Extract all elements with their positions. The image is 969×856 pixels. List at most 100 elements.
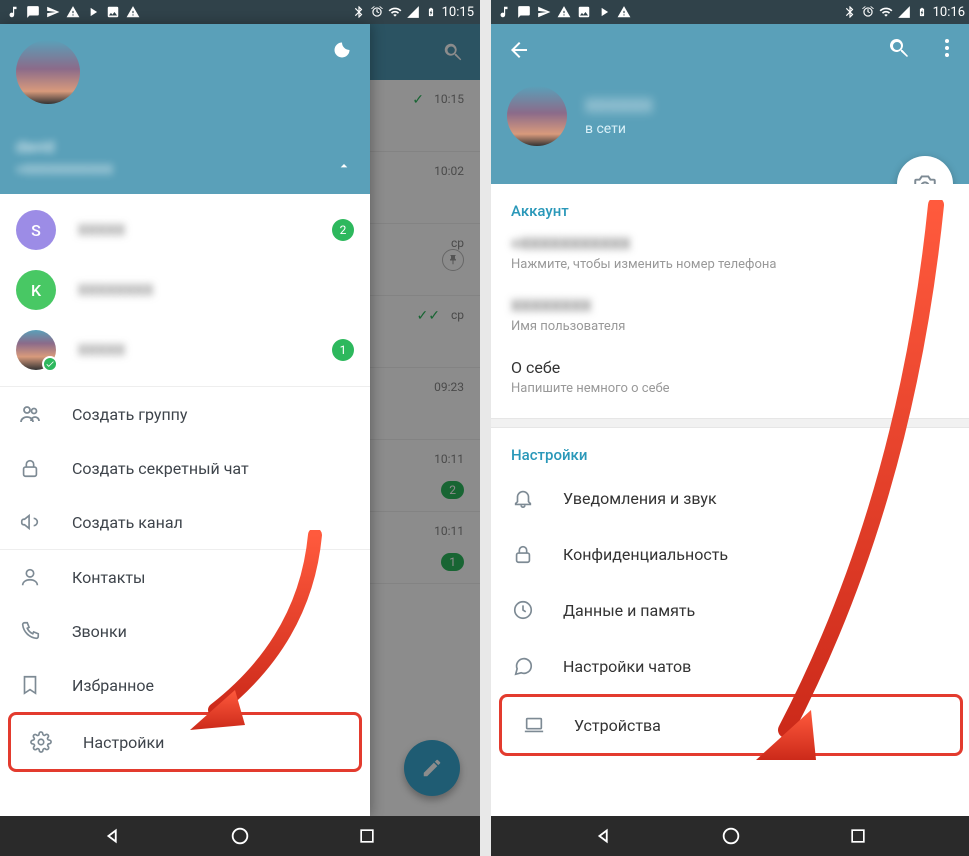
call-icon xyxy=(18,619,42,643)
settings-header: XXXXXX в сети xyxy=(491,24,969,184)
menu-contacts[interactable]: Контакты xyxy=(0,550,370,604)
setting-devices[interactable]: Устройства xyxy=(502,697,960,753)
nav-back[interactable] xyxy=(590,822,618,850)
bluetooth-icon xyxy=(843,5,857,19)
telegram-icon xyxy=(46,5,60,19)
wifi-icon xyxy=(879,5,893,19)
image-icon xyxy=(106,5,120,19)
megaphone-icon xyxy=(18,510,42,534)
settings-body: Аккаунт +XXXXXXXXXXX Нажмите, чтобы изме… xyxy=(491,184,969,816)
menu-create-channel[interactable]: Создать канал xyxy=(0,495,370,549)
bookmark-icon xyxy=(18,673,42,697)
accounts-list: S XXXXX 2 K XXXXXXXX XXXXX 1 xyxy=(0,194,370,387)
phone-left: 10:15 10:15✓ 10:02 срause it ontent. ср✓… xyxy=(0,0,480,856)
music-icon xyxy=(6,5,20,19)
nav-recent[interactable] xyxy=(353,822,381,850)
image-icon xyxy=(577,5,591,19)
menu-label: Звонки xyxy=(72,622,127,641)
field-username[interactable]: XXXXXXXX Имя пользователя xyxy=(511,284,951,346)
battery-icon xyxy=(424,5,438,19)
bell-icon xyxy=(511,486,535,510)
status-right-icons: 10:16 xyxy=(843,5,965,20)
check-icon xyxy=(42,356,58,372)
menu-create-group[interactable]: Создать группу xyxy=(0,387,370,441)
person-icon xyxy=(18,565,42,589)
menu-settings[interactable]: Настройки xyxy=(11,715,359,769)
field-about[interactable]: О себе Напишите немного о себе xyxy=(511,346,951,408)
nav-home[interactable] xyxy=(226,822,254,850)
android-navbar xyxy=(491,816,969,856)
warning-icon xyxy=(617,5,631,19)
profile-avatar[interactable] xyxy=(507,86,567,146)
setting-label: Данные и память xyxy=(563,601,695,620)
bluetooth-icon xyxy=(352,5,366,19)
night-mode-icon[interactable] xyxy=(332,40,352,60)
profile-status: в сети xyxy=(585,121,653,137)
account-avatar: K xyxy=(16,270,56,310)
nav-recent[interactable] xyxy=(844,822,872,850)
setting-privacy[interactable]: Конфиденциальность xyxy=(491,526,969,582)
play-icon xyxy=(597,5,611,19)
status-right-icons: 10:15 xyxy=(352,5,474,20)
phone-right: 10:16 XXXXXX в сети Аккаунт +XXXXXXXXXXX… xyxy=(491,0,969,856)
setting-notifications[interactable]: Уведомления и звук xyxy=(491,470,969,526)
account-item[interactable]: XXXXX 1 xyxy=(0,320,370,380)
account-name: XXXXXXXX xyxy=(78,281,354,299)
setting-label: Уведомления и звук xyxy=(563,489,717,508)
account-item[interactable]: S XXXXX 2 xyxy=(0,200,370,260)
wifi-icon xyxy=(388,5,402,19)
account-badge: 2 xyxy=(332,219,354,241)
laptop-icon xyxy=(522,713,546,737)
signal-icon xyxy=(406,5,420,19)
account-item[interactable]: K XXXXXXXX xyxy=(0,260,370,320)
menu-calls[interactable]: Звонки xyxy=(0,604,370,658)
account-badge: 1 xyxy=(332,339,354,361)
setting-data-storage[interactable]: Данные и память xyxy=(491,582,969,638)
gear-icon xyxy=(29,730,53,754)
setting-label: Устройства xyxy=(574,716,661,735)
warning-icon xyxy=(126,5,140,19)
status-bar: 10:15 xyxy=(0,0,480,24)
section-settings-title: Настройки xyxy=(511,446,951,464)
profile-name: XXXXXX xyxy=(585,96,653,117)
section-account-title: Аккаунт xyxy=(511,202,951,220)
alarm-icon xyxy=(370,5,384,19)
more-icon[interactable] xyxy=(935,36,959,64)
field-phone[interactable]: +XXXXXXXXXXX Нажмите, чтобы изменить ном… xyxy=(511,222,951,284)
lock-icon xyxy=(18,456,42,480)
drawer-menu: Создать группу Создать секретный чат Соз… xyxy=(0,387,370,816)
drawer-phone: +XXXXXXXXXXX xyxy=(16,163,113,178)
music-icon xyxy=(497,5,511,19)
message-icon xyxy=(517,5,531,19)
account-name: XXXXX xyxy=(78,221,310,239)
drawer-user-name: david xyxy=(16,137,54,156)
status-time: 10:15 xyxy=(442,5,474,20)
setting-label: Настройки чатов xyxy=(563,657,691,676)
status-left-icons xyxy=(497,5,631,19)
message-icon xyxy=(26,5,40,19)
status-bar: 10:16 xyxy=(491,0,969,24)
menu-label: Создать канал xyxy=(72,513,183,532)
search-icon[interactable] xyxy=(887,36,911,64)
phone-value: +XXXXXXXXXXX xyxy=(511,234,951,253)
drawer-header: david +XXXXXXXXXXX xyxy=(0,24,370,194)
expand-icon[interactable] xyxy=(336,158,352,178)
menu-secret-chat[interactable]: Создать секретный чат xyxy=(0,441,370,495)
navigation-drawer: david +XXXXXXXXXXX S XXXXX 2 K XXXXXXXX … xyxy=(0,24,370,816)
menu-saved[interactable]: Избранное xyxy=(0,658,370,712)
menu-label: Создать группу xyxy=(72,405,187,424)
play-icon xyxy=(86,5,100,19)
status-left-icons xyxy=(6,5,140,19)
setting-chat-settings[interactable]: Настройки чатов xyxy=(491,638,969,694)
menu-label: Контакты xyxy=(72,568,145,587)
group-icon xyxy=(18,402,42,426)
menu-label: Настройки xyxy=(83,733,164,752)
username-value: XXXXXXXX xyxy=(511,296,951,315)
clock-icon xyxy=(511,598,535,622)
avatar[interactable] xyxy=(16,40,80,104)
alarm-icon xyxy=(861,5,875,19)
nav-home[interactable] xyxy=(717,822,745,850)
warning-icon xyxy=(557,5,571,19)
back-icon[interactable] xyxy=(507,38,531,66)
nav-back[interactable] xyxy=(99,822,127,850)
